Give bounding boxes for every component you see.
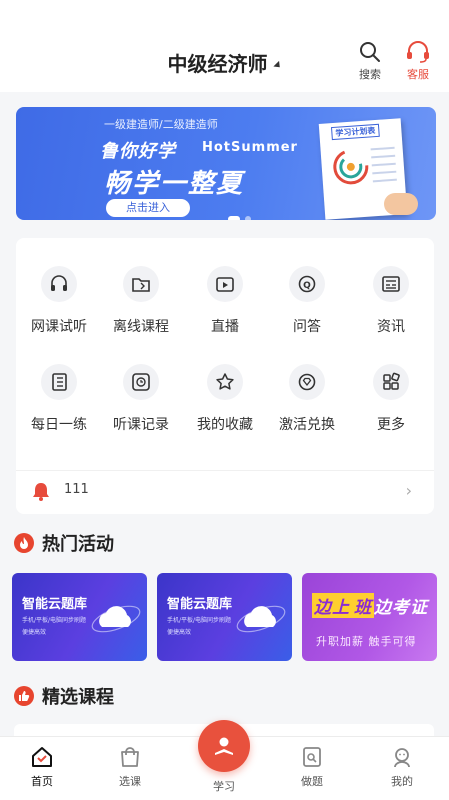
tab-profile[interactable]: 我的 [372, 745, 432, 789]
hot-activities-header: 热门活动 [14, 530, 114, 556]
dropdown-caret-icon [272, 60, 283, 71]
tab-home[interactable]: 首页 [12, 745, 72, 789]
banner-enter-button[interactable]: 点击进入 [106, 199, 190, 217]
study-icon [215, 737, 233, 755]
featured-courses-header: 精选课程 [14, 683, 114, 709]
search-icon [360, 42, 380, 62]
menu-item-label: 直播 [211, 319, 239, 335]
tab-exercises[interactable]: 做题 [282, 745, 342, 789]
menu-item-news[interactable]: 资讯 [352, 266, 430, 336]
menu-item-label: 离线课程 [113, 319, 169, 335]
activity-card-title: 智能云题库 [167, 597, 233, 612]
menu-item-offline-course[interactable]: 离线课程 [102, 266, 180, 336]
banner-pagination [228, 207, 256, 220]
title-rest: 边考证 [374, 598, 428, 618]
banner-subtitle: 一级建造师/二级建造师 [104, 118, 218, 131]
poster-title: 学习计划表 [331, 123, 380, 141]
activity-card-title: 智能云题库 [22, 597, 88, 612]
menu-item-daily-practice[interactable]: 每日一练 [20, 364, 98, 434]
search-label: 搜索 [359, 68, 381, 81]
promo-banner[interactable]: 一级建造师/二级建造师 鲁你好学 HotSummer 畅学一整夏 点击进入 学习… [16, 107, 436, 220]
service-label: 客服 [407, 68, 429, 81]
menu-item-favorites[interactable]: 我的收藏 [186, 364, 264, 434]
tab-label: 做题 [301, 775, 323, 788]
tab-courses[interactable]: 选课 [100, 745, 160, 789]
clock-icon [123, 364, 159, 400]
banner-brand-en: HotSummer [202, 140, 298, 155]
live-icon [207, 266, 243, 302]
star-icon [207, 364, 243, 400]
feature-menu: 网课试听 离线课程 直播 Q 问答 资讯 每日一练 听课记录 我的收藏 激活兑换… [16, 238, 434, 514]
tab-study-label: 学习 [213, 780, 235, 793]
menu-item-more[interactable]: 更多 [352, 364, 430, 434]
cloud-icon [91, 605, 141, 633]
banner-headline: 畅学一整夏 [104, 169, 245, 199]
notice-text: 111 [64, 482, 89, 497]
top-header: 中级经济师 搜索 客服 [0, 0, 449, 92]
exam-icon [303, 747, 321, 767]
menu-item-live[interactable]: 直播 [186, 266, 264, 336]
bag-icon [121, 747, 139, 767]
activity-card-subtitle: 升职加薪 触手可得 [316, 635, 417, 648]
fire-icon [14, 533, 34, 553]
menu-item-label: 激活兑换 [279, 417, 335, 433]
customer-service-button[interactable]: 客服 [398, 40, 438, 82]
hot-activities-title: 热门活动 [42, 534, 114, 555]
notice-bar[interactable]: 111 › [16, 470, 434, 510]
menu-item-label: 更多 [377, 417, 405, 433]
menu-item-label: 网课试听 [31, 319, 87, 335]
thumbs-up-icon [14, 686, 34, 706]
activity-card-subtitle: 手机/平板/电脑同步刷题 [22, 617, 87, 624]
svg-text:Q: Q [303, 281, 311, 291]
headphones-icon [41, 266, 77, 302]
chevron-right-icon: › [405, 481, 412, 500]
pagination-dot [245, 216, 251, 220]
bell-icon [33, 483, 49, 501]
tab-label: 选课 [119, 775, 141, 788]
user-icon [394, 748, 410, 768]
title-highlight-a: 边上 [312, 593, 352, 618]
activity-card-tagline: 便捷高效 [22, 629, 47, 636]
activity-card-tagline: 便捷高效 [167, 629, 192, 636]
activity-card-question-bank[interactable]: 智能云题库 手机/平板/电脑同步刷题 便捷高效 [12, 573, 147, 661]
menu-item-qa[interactable]: Q 问答 [268, 266, 346, 336]
menu-item-history[interactable]: 听课记录 [102, 364, 180, 434]
exam-title: 中级经济师 [167, 52, 268, 76]
poster-lines [370, 146, 398, 189]
qa-icon: Q [289, 266, 325, 302]
menu-item-course-trial[interactable]: 网课试听 [20, 266, 98, 336]
pagination-dot-active [228, 216, 240, 220]
diamond-icon [289, 364, 325, 400]
activity-card-title: 边上班边考证 [312, 593, 428, 618]
menu-item-label: 每日一练 [31, 417, 87, 433]
grid-icon [373, 364, 409, 400]
news-icon [373, 266, 409, 302]
menu-item-label: 问答 [293, 319, 321, 335]
cloud-icon [236, 605, 286, 633]
hand-illustration [384, 193, 418, 215]
activity-card-work-and-certify[interactable]: 边上班边考证 升职加薪 触手可得 [302, 573, 437, 661]
menu-item-label: 资讯 [377, 319, 405, 335]
tab-label: 首页 [31, 775, 53, 788]
menu-item-label: 听课记录 [113, 417, 169, 433]
tab-study[interactable] [198, 720, 250, 772]
title-highlight-b: 班 [352, 593, 374, 618]
home-icon [32, 747, 52, 767]
folder-icon [123, 266, 159, 302]
activity-card-subtitle: 手机/平板/电脑同步刷题 [167, 617, 232, 624]
menu-item-label: 我的收藏 [197, 417, 253, 433]
banner-brand: 鲁你好学 [100, 141, 176, 162]
tab-label: 我的 [391, 775, 413, 788]
activity-card-question-bank[interactable]: 智能云题库 手机/平板/电脑同步刷题 便捷高效 [157, 573, 292, 661]
featured-courses-title: 精选课程 [42, 687, 114, 708]
headset-icon [407, 41, 429, 63]
notebook-icon [41, 364, 77, 400]
target-logo-icon [333, 149, 369, 185]
search-button[interactable]: 搜索 [350, 40, 390, 82]
menu-item-activate[interactable]: 激活兑换 [268, 364, 346, 434]
